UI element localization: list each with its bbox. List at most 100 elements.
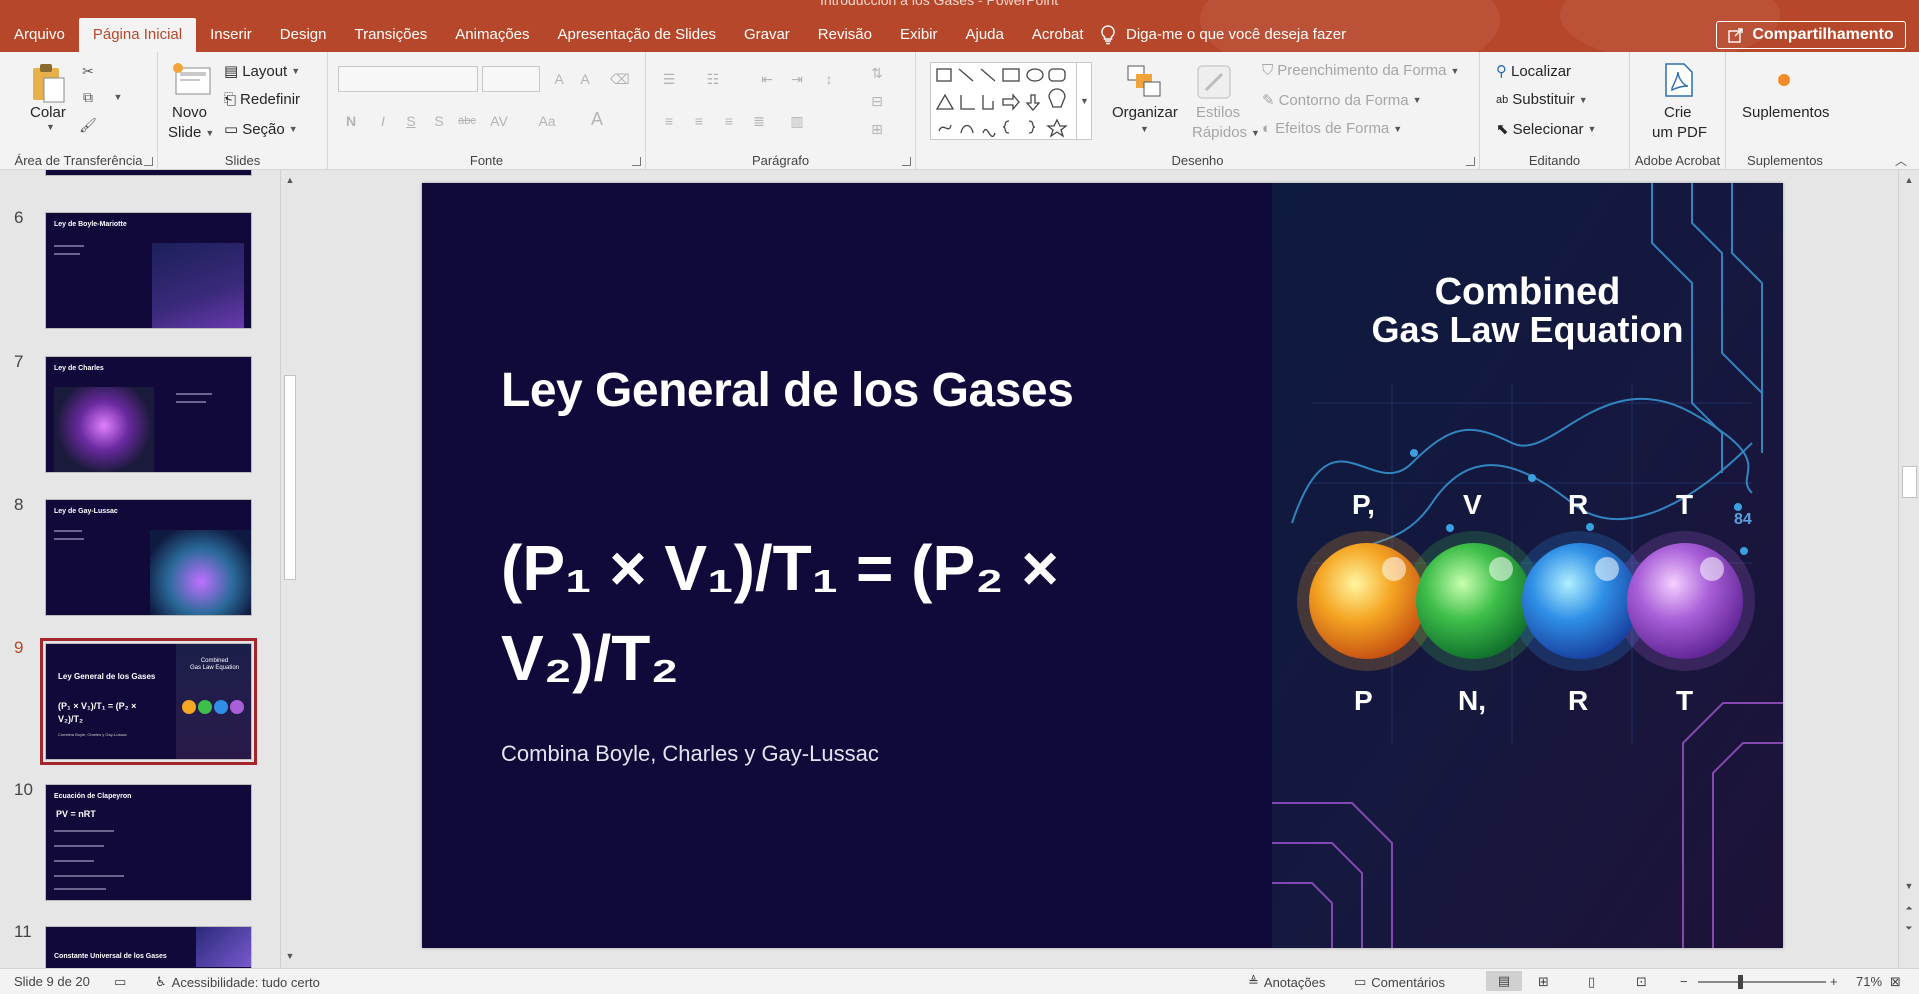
arrange-button[interactable] [1126,64,1162,105]
font-color-icon[interactable]: A [588,110,606,128]
notes-view-icon[interactable]: ▭ [114,974,126,990]
select-button[interactable]: ⬉ Selecionar ▼ [1496,120,1596,139]
tab-arquivo[interactable]: Arquivo [0,18,79,52]
tab-revisao[interactable]: Revisão [804,18,886,52]
quick-styles-label-1[interactable]: Estilos [1196,104,1240,121]
next-slide-icon[interactable]: ⏷ [1903,922,1915,934]
slideshow-icon[interactable]: ⊡ [1636,974,1647,990]
zoom-in-icon[interactable]: + [1830,974,1838,989]
replace-button[interactable]: ab Substituir ▼ [1496,91,1588,108]
layout-button[interactable]: ▤ Layout ▼ [224,62,300,81]
decrease-indent-icon[interactable]: ⇤ [758,70,776,88]
grow-font-icon[interactable]: A [550,70,568,88]
notes-button[interactable]: ≜ Anotações [1248,974,1325,990]
accessibility-button[interactable]: ♿ Acessibilidade: tudo certo [155,974,320,990]
paste-caret[interactable]: ▼ [46,122,55,132]
slide-thumbnail[interactable]: Ley de Charles [45,356,252,473]
create-pdf-button[interactable] [1664,62,1694,103]
editor-scrollbar[interactable]: ▲ ▼ ⏶ ⏷ [1898,170,1919,968]
addins-button[interactable] [1776,72,1792,93]
quick-styles-button[interactable] [1196,64,1232,105]
font-launcher[interactable] [632,157,641,166]
tab-animacoes[interactable]: Animações [441,18,543,52]
zoom-out-icon[interactable]: − [1680,974,1688,989]
change-case-icon[interactable]: Aa [538,112,556,130]
comments-button[interactable]: ▭ Comentários [1354,974,1445,990]
new-slide-button[interactable] [172,62,212,103]
create-pdf-label-1[interactable]: Crie [1664,104,1692,121]
slide-formula[interactable]: (P₁ × V₁)/T₁ = (P₂ × V₂)/T₂ [501,523,1101,703]
new-slide-caret[interactable]: ▼ [205,128,214,138]
align-left-icon[interactable]: ≡ [660,112,678,130]
thumbnails-scrollbar[interactable]: ▲ ▼ [280,170,298,968]
slide-subtitle[interactable]: Combina Boyle, Charles y Gay-Lussac [501,741,879,767]
quick-styles-label-2[interactable]: Rápidos [1192,124,1247,141]
tab-gravar[interactable]: Gravar [730,18,804,52]
italic-icon[interactable]: I [374,112,392,130]
find-button[interactable]: ⚲ Localizar [1496,62,1571,81]
paragraph-launcher[interactable] [902,157,911,166]
scroll-down-icon[interactable]: ▼ [284,950,296,962]
bullets-icon[interactable]: ☰ [660,70,678,88]
arrange-caret[interactable]: ▼ [1140,124,1149,134]
slide-title[interactable]: Ley General de los Gases [501,363,1074,418]
reset-button[interactable]: ⎗ Redefinir [224,91,300,108]
line-spacing-icon[interactable]: ↕ [820,70,838,88]
align-text-icon[interactable]: ⊟ [868,92,886,110]
slide-thumbnail[interactable]: Ley de Gay-Lussac [45,499,252,616]
normal-view-icon[interactable]: ▤ [1486,971,1522,991]
text-direction-icon[interactable]: ⇅ [868,64,886,82]
justify-icon[interactable]: ≣ [750,112,768,130]
increase-indent-icon[interactable]: ⇥ [788,70,806,88]
share-button[interactable]: Compartilhamento [1716,21,1906,49]
font-size-select[interactable] [482,66,540,92]
collapse-ribbon-icon[interactable]: ︿ [1895,152,1907,169]
shadow-icon[interactable]: S [430,112,448,130]
current-slide[interactable]: Ley General de los Gases (P₁ × V₁)/T₁ = … [422,183,1783,948]
shrink-font-icon[interactable]: A [576,70,594,88]
char-spacing-icon[interactable]: AV [490,112,508,130]
slide-thumbnail-active[interactable]: Ley General de los Gases (P₁ × V₁)/T₁ = … [40,638,257,765]
shapes-gallery[interactable] [930,62,1092,140]
clear-format-icon[interactable]: ⌫ [610,70,630,88]
zoom-slider[interactable] [1698,981,1826,983]
align-right-icon[interactable]: ≡ [720,112,738,130]
arrange-label[interactable]: Organizar [1112,104,1178,121]
underline-icon[interactable]: S [402,112,420,130]
tab-inserir[interactable]: Inserir [196,18,266,52]
tab-pagina-inicial[interactable]: Página Inicial [78,18,197,52]
tab-apresentacao[interactable]: Apresentação de Slides [544,18,730,52]
slide-thumbnail[interactable]: Ley de Boyle-Mariotte [45,212,252,329]
cut-icon[interactable]: ✂ [79,62,97,80]
align-center-icon[interactable]: ≡ [690,112,708,130]
editor-scroll-thumb[interactable] [1902,466,1917,498]
copy-icon[interactable]: ⧉ [79,88,97,106]
tell-me-search[interactable]: Diga-me o que você deseja fazer [1100,18,1346,52]
tab-exibir[interactable]: Exibir [886,18,952,52]
previous-slide-icon[interactable]: ⏶ [1903,902,1915,914]
tab-design[interactable]: Design [266,18,341,52]
paste-button[interactable] [30,62,66,109]
smartart-icon[interactable]: ⊞ [868,120,886,138]
slide-thumbnail[interactable] [45,170,252,176]
font-name-select[interactable] [338,66,478,92]
shapes-more-icon[interactable]: ▼ [1076,62,1092,140]
clipboard-launcher[interactable] [144,157,153,166]
slide-thumbnail[interactable]: Ecuación de Clapeyron PV = nRT [45,784,252,901]
reading-view-icon[interactable]: ▯ [1588,974,1595,990]
tab-acrobat[interactable]: Acrobat [1018,18,1098,52]
scroll-up-icon[interactable]: ▲ [284,174,296,186]
tab-transicoes[interactable]: Transições [340,18,441,52]
scroll-down-icon[interactable]: ▼ [1903,880,1915,892]
drawing-launcher[interactable] [1466,157,1475,166]
slide-thumbnail[interactable]: Constante Universal de los Gases [45,926,252,968]
shape-fill-button[interactable]: ⛉ Preenchimento da Forma ▼ [1262,62,1459,79]
columns-icon[interactable]: ▥ [788,112,806,130]
addins-label[interactable]: Suplementos [1742,104,1830,121]
tab-ajuda[interactable]: Ajuda [952,18,1018,52]
new-slide-label-1[interactable]: Novo [172,104,207,121]
thumbnails-scroll-thumb[interactable] [284,375,296,580]
paste-label[interactable]: Colar [30,104,66,121]
new-slide-label-2[interactable]: Slide [168,124,201,141]
format-painter-icon[interactable]: 🖌 [79,116,97,134]
